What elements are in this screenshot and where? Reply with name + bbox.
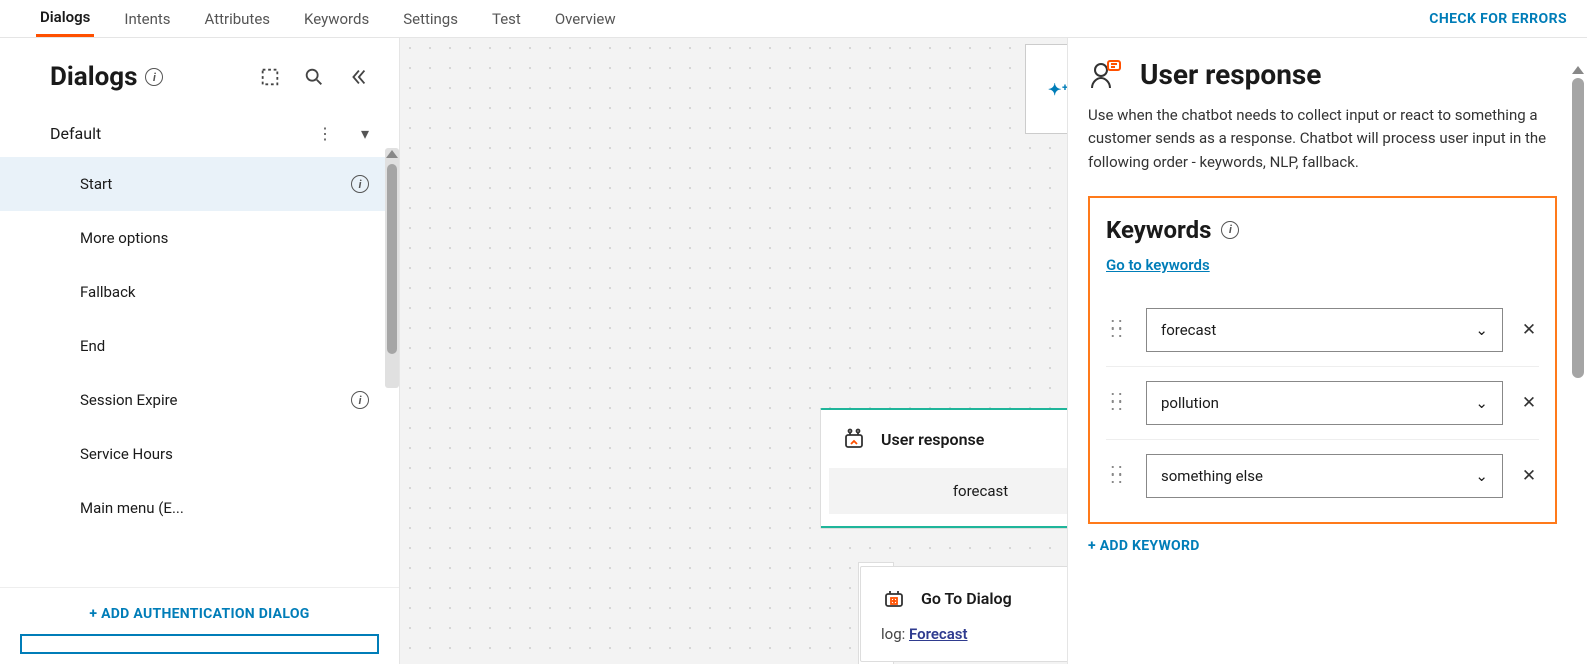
remove-keyword-button[interactable]: ✕	[1519, 466, 1539, 486]
edit-with-copilot-button[interactable]: ✦⁺ EDIT WITH ANSWERS COPILOT	[1025, 44, 1067, 134]
sidebar: Dialogs i Default ⋮ ▾	[0, 38, 400, 664]
remove-keyword-button[interactable]: ✕	[1519, 393, 1539, 413]
drag-handle-icon[interactable]: ∷∷	[1106, 322, 1130, 338]
add-authentication-dialog-button[interactable]: + ADD AUTHENTICATION DIALOG	[0, 606, 399, 622]
sidebar-item-main-menu[interactable]: Main menu (E...	[0, 481, 399, 535]
sidebar-item-fallback[interactable]: Fallback	[0, 265, 399, 319]
tab-dialogs[interactable]: Dialogs	[36, 0, 94, 37]
dialog-canvas[interactable]: ✦⁺ EDIT WITH ANSWERS COPILOT Send Reply …	[400, 38, 1067, 664]
scroll-thumb[interactable]	[1572, 78, 1584, 378]
sidebar-item-label: More options	[80, 229, 168, 247]
chevron-down-icon[interactable]: ▾	[361, 124, 369, 143]
tab-intents[interactable]: Intents	[120, 0, 174, 37]
sidebar-header: Dialogs i	[0, 38, 399, 110]
keyword-value: pollution	[1161, 394, 1219, 412]
panel-scrollbar[interactable]	[1571, 66, 1585, 664]
sidebar-item-more-options[interactable]: More options	[0, 211, 399, 265]
bot-icon	[841, 426, 867, 452]
sidebar-items: Start i More options Fallback End Sessio…	[0, 157, 399, 587]
info-icon[interactable]: i	[145, 68, 163, 86]
drag-handle-icon[interactable]: ∷∷	[1106, 468, 1130, 484]
keyword-select[interactable]: forecast ⌄	[1146, 308, 1503, 352]
more-vertical-icon[interactable]: ⋮	[317, 124, 333, 143]
tab-attributes[interactable]: Attributes	[201, 0, 275, 37]
chevron-down-icon: ⌄	[1475, 394, 1488, 412]
keyword-row: ∷∷ forecast ⌄ ✕	[1106, 294, 1539, 367]
select-all-icon[interactable]	[259, 66, 281, 88]
properties-panel: User response Use when the chatbot needs…	[1067, 38, 1587, 664]
tab-settings[interactable]: Settings	[399, 0, 462, 37]
sidebar-item-label: Start	[80, 175, 112, 193]
sidebar-item-label: Service Hours	[80, 445, 173, 463]
chevron-down-icon: ⌄	[1475, 467, 1488, 485]
sidebar-item-end[interactable]: End	[0, 319, 399, 373]
scroll-up-icon[interactable]	[386, 150, 398, 158]
tab-overview[interactable]: Overview	[551, 0, 620, 37]
scroll-up-icon[interactable]	[1572, 66, 1584, 74]
create-with-ai-button[interactable]	[20, 634, 379, 654]
panel-description: Use when the chatbot needs to collect in…	[1088, 104, 1557, 174]
bot-add-icon	[881, 585, 907, 611]
sidebar-item-start[interactable]: Start i	[0, 157, 399, 211]
user-response-node[interactable]: User response forecast pollution	[820, 408, 1067, 529]
keyword-row: ∷∷ pollution ⌄ ✕	[1106, 367, 1539, 440]
keyword-value: forecast	[1161, 321, 1216, 339]
check-for-errors-button[interactable]: CHECK FOR ERRORS	[1429, 11, 1567, 27]
goto-dialog-link[interactable]: Forecast	[909, 625, 968, 643]
keywords-section: Keywords i Go to keywords ∷∷ forecast ⌄ …	[1088, 196, 1557, 524]
info-icon[interactable]: i	[351, 175, 369, 193]
drag-handle-icon[interactable]: ∷∷	[1106, 395, 1130, 411]
keyword-value: something else	[1161, 467, 1263, 485]
tab-test[interactable]: Test	[488, 0, 525, 37]
info-icon[interactable]: i	[1221, 221, 1239, 239]
scroll-thumb[interactable]	[387, 164, 397, 354]
top-tab-bar: Dialogs Intents Attributes Keywords Sett…	[0, 0, 1587, 38]
info-icon[interactable]: i	[351, 391, 369, 409]
user-response-branch-forecast[interactable]: forecast	[829, 468, 1067, 514]
sidebar-footer: + ADD AUTHENTICATION DIALOG	[0, 587, 399, 664]
keyword-row: ∷∷ something else ⌄ ✕	[1106, 440, 1539, 512]
remove-keyword-button[interactable]: ✕	[1519, 320, 1539, 340]
go-to-keywords-link[interactable]: Go to keywords	[1106, 256, 1210, 274]
sidebar-item-label: End	[80, 337, 105, 355]
panel-title: User response	[1140, 58, 1321, 91]
sidebar-scrollbar[interactable]	[385, 148, 399, 388]
top-tabs: Dialogs Intents Attributes Keywords Sett…	[36, 0, 620, 37]
keyword-select[interactable]: something else ⌄	[1146, 454, 1503, 498]
node-title-label: User response	[881, 430, 984, 449]
user-response-icon	[1088, 58, 1122, 92]
sidebar-title: Dialogs	[50, 62, 137, 92]
sidebar-item-service-hours[interactable]: Service Hours	[0, 427, 399, 481]
node-title-label: Go To Dialog	[921, 589, 1012, 608]
keyword-select[interactable]: pollution ⌄	[1146, 381, 1503, 425]
search-icon[interactable]	[303, 66, 325, 88]
main-layout: Dialogs i Default ⋮ ▾	[0, 38, 1587, 664]
sidebar-item-session-expire[interactable]: Session Expire i	[0, 373, 399, 427]
chevron-down-icon: ⌄	[1475, 321, 1488, 339]
sidebar-group-label: Default	[50, 124, 101, 143]
goto-dialog-line: log: Forecast	[881, 625, 1067, 643]
sidebar-item-label: Fallback	[80, 283, 136, 301]
sidebar-item-label: Session Expire	[80, 391, 178, 409]
sidebar-item-label: Main menu (E...	[80, 499, 184, 517]
add-keyword-button[interactable]: + ADD KEYWORD	[1088, 538, 1200, 554]
keywords-heading: Keywords	[1106, 216, 1211, 244]
sidebar-group-default[interactable]: Default ⋮ ▾	[0, 110, 399, 157]
collapse-icon[interactable]	[347, 66, 369, 88]
tab-keywords[interactable]: Keywords	[300, 0, 373, 37]
sparkle-icon: ✦⁺	[1048, 80, 1067, 99]
go-to-dialog-forecast-node[interactable]: Go To Dialog log: Forecast	[860, 566, 1067, 662]
